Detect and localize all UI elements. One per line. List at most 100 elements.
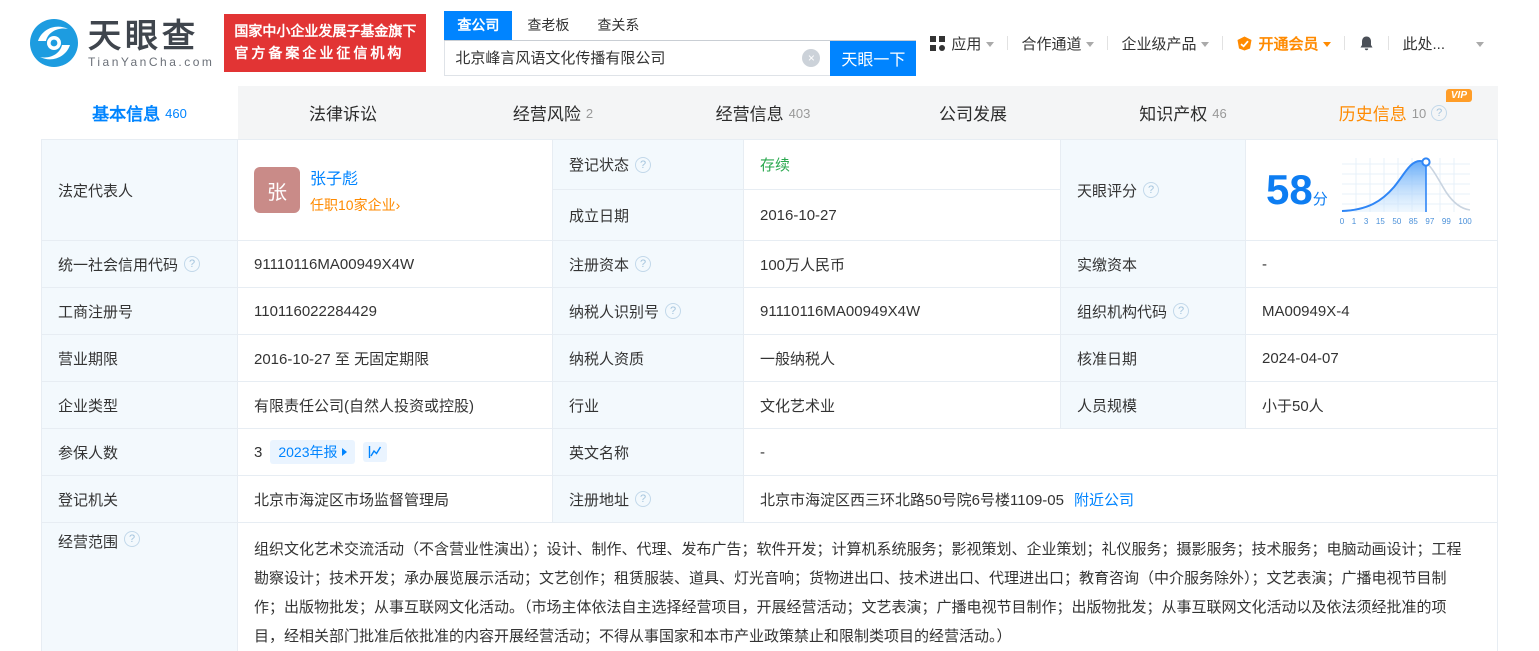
tab-legal-litigation[interactable]: 法律诉讼 xyxy=(238,86,448,139)
table-row: 营业期限 2016-10-27 至 无固定期限 纳税人资质 一般纳税人 核准日期… xyxy=(42,335,1497,382)
help-icon[interactable]: ? xyxy=(635,491,652,507)
nav-open-membership-label: 开通会员 xyxy=(1258,35,1319,53)
help-icon[interactable]: ? xyxy=(665,303,682,319)
table-row: 参保人数 3 2023年报 英文名称 - xyxy=(42,429,1497,476)
reg-address-value: 北京市海淀区西三环北路50号院6号楼1109-05 xyxy=(760,491,1064,509)
notifications-button[interactable] xyxy=(1345,35,1388,52)
help-icon[interactable]: ? xyxy=(635,256,652,272)
nav-more-label: 此处... xyxy=(1402,35,1445,53)
insured-trend-chart-button[interactable] xyxy=(362,442,387,462)
score-number: 58 xyxy=(1266,166,1313,213)
badge-line1: 国家中小企业发展子基金旗下 xyxy=(234,23,417,40)
english-name-value: - xyxy=(760,443,765,461)
insured-value-cell: 3 2023年报 xyxy=(238,429,553,475)
chevron-right-icon xyxy=(341,448,347,456)
tab-label: 经营信息 xyxy=(715,105,784,124)
help-icon[interactable]: ? xyxy=(124,531,141,547)
nav-apps[interactable]: 应用 xyxy=(916,33,1007,54)
search-tab-boss[interactable]: 查老板 xyxy=(514,11,582,40)
reg-status-value: 存续 xyxy=(760,157,791,174)
tab-intellectual-property[interactable]: 知识产权 46 xyxy=(1078,86,1288,139)
nav-more[interactable]: 此处... xyxy=(1389,33,1497,54)
nearby-companies-link[interactable]: 附近公司 xyxy=(1074,489,1134,510)
help-icon[interactable]: ? xyxy=(184,256,201,272)
help-icon[interactable]: ? xyxy=(1143,182,1160,198)
tab-business-info[interactable]: 经营信息 403 xyxy=(658,86,868,139)
industry-label-cell: 行业 xyxy=(553,382,744,428)
search-button[interactable]: 天眼一下 xyxy=(830,40,917,76)
nav-enterprise-products-label: 企业级产品 xyxy=(1121,35,1197,53)
tab-company-development[interactable]: 公司发展 xyxy=(868,86,1078,139)
search-input[interactable] xyxy=(455,49,803,66)
tianyancha-logo[interactable]: 天眼查 TianYanCha.com xyxy=(28,17,214,69)
chevron-down-icon xyxy=(1086,41,1095,47)
help-icon[interactable]: ? xyxy=(1431,104,1448,121)
field-label: 天眼评分 xyxy=(1077,182,1138,200)
org-code-label-cell: 组织机构代码 ? xyxy=(1061,288,1246,334)
table-row: 登记机关 北京市海淀区市场监督管理局 注册地址 ? 北京市海淀区西三环北路50号… xyxy=(42,476,1497,523)
field-label: 法定代表人 xyxy=(58,182,134,200)
brand-name: 天眼查 xyxy=(88,16,199,54)
tab-label: 历史信息 xyxy=(1338,105,1407,124)
reg-capital-value: 100万人民币 xyxy=(760,256,846,274)
trend-chart-icon xyxy=(368,446,381,458)
field-label: 登记状态 xyxy=(569,157,630,174)
approval-date-label-cell: 核准日期 xyxy=(1061,335,1246,381)
score-label-cell: 天眼评分 ? xyxy=(1061,140,1246,240)
help-icon[interactable]: ? xyxy=(635,156,652,173)
tab-label: 法律诉讼 xyxy=(309,105,377,124)
tab-count: 403 xyxy=(788,106,811,121)
field-label: 成立日期 xyxy=(569,207,630,225)
paid-capital-value: - xyxy=(1262,255,1267,273)
search-tab-company[interactable]: 查公司 xyxy=(444,10,513,40)
est-date-value-cell: 2016-10-27 xyxy=(744,190,1061,240)
chevron-down-icon xyxy=(986,41,995,47)
field-label: 营业期限 xyxy=(58,350,119,368)
nav-open-membership[interactable]: 开通会员 xyxy=(1223,33,1344,54)
field-label: 实缴资本 xyxy=(1077,256,1138,274)
help-icon[interactable]: ? xyxy=(1173,303,1190,319)
staff-size-value-cell: 小于50人 xyxy=(1246,382,1497,428)
clear-search-icon[interactable]: × xyxy=(802,48,821,67)
company-info-table: 法定代表人 张 张子彪 任职10家企业› 登记状态 ? 存续 天眼评分 ? 58… xyxy=(41,139,1498,651)
legal-rep-name-link[interactable]: 张子彪 xyxy=(310,165,400,189)
reg-capital-value-cell: 100万人民币 xyxy=(744,241,1061,287)
english-name-label-cell: 英文名称 xyxy=(553,429,744,475)
english-name-value-cell: - xyxy=(744,429,1497,475)
paid-capital-value-cell: - xyxy=(1246,241,1497,287)
annual-report-label: 2023年报 xyxy=(278,444,338,460)
nav-partnership[interactable]: 合作通道 xyxy=(1008,33,1107,54)
approval-date-value: 2024-04-07 xyxy=(1262,349,1339,367)
est-date-value: 2016-10-27 xyxy=(760,206,837,224)
business-scope-label-cell: 经营范围 ? xyxy=(42,523,238,651)
search-tab-relation[interactable]: 查关系 xyxy=(584,11,652,40)
reg-authority-label-cell: 登记机关 xyxy=(42,476,238,522)
table-row: 工商注册号 110116022284429 纳税人识别号 ? 91110116M… xyxy=(42,288,1497,335)
annual-report-chip[interactable]: 2023年报 xyxy=(270,440,355,464)
taxpayer-id-value-cell: 91110116MA00949X4W xyxy=(744,288,1061,334)
insured-count-value: 3 xyxy=(254,443,263,461)
tab-count: 46 xyxy=(1212,106,1227,121)
reg-authority-value: 北京市海淀区市场监督管理局 xyxy=(254,491,450,509)
approval-date-value-cell: 2024-04-07 xyxy=(1246,335,1497,381)
gov-certification-badge: 国家中小企业发展子基金旗下 官方备案企业征信机构 xyxy=(224,14,427,72)
field-label: 英文名称 xyxy=(569,444,630,462)
tab-history-info[interactable]: VIP 历史信息 10 ? xyxy=(1288,86,1498,139)
score-value-cell[interactable]: 58分 0 1 3 15 50 85 97 99 100 xyxy=(1246,140,1497,240)
nav-enterprise-products[interactable]: 企业级产品 xyxy=(1108,33,1222,54)
staff-size-label-cell: 人员规模 xyxy=(1061,382,1246,428)
avatar[interactable]: 张 xyxy=(254,167,300,213)
credit-code-value-cell: 91110116MA00949X4W xyxy=(238,241,553,287)
tab-operation-risk[interactable]: 经营风险 2 xyxy=(448,86,658,139)
company-type-value-cell: 有限责任公司(自然人投资或控股) xyxy=(238,382,553,428)
org-code-value: MA00949X-4 xyxy=(1262,302,1350,320)
field-label: 登记机关 xyxy=(58,491,119,509)
reg-status-label-cell: 登记状态 ? xyxy=(553,140,744,190)
taxpayer-quality-label-cell: 纳税人资质 xyxy=(553,335,744,381)
legal-rep-positions-link[interactable]: 任职10家企业› xyxy=(310,195,400,215)
reg-authority-value-cell: 北京市海淀区市场监督管理局 xyxy=(238,476,553,522)
legal-rep-label-cell: 法定代表人 xyxy=(42,140,238,240)
tab-basic-info[interactable]: 基本信息 460 xyxy=(41,86,238,139)
field-label: 统一社会信用代码 xyxy=(58,256,179,274)
score-unit: 分 xyxy=(1312,191,1328,208)
